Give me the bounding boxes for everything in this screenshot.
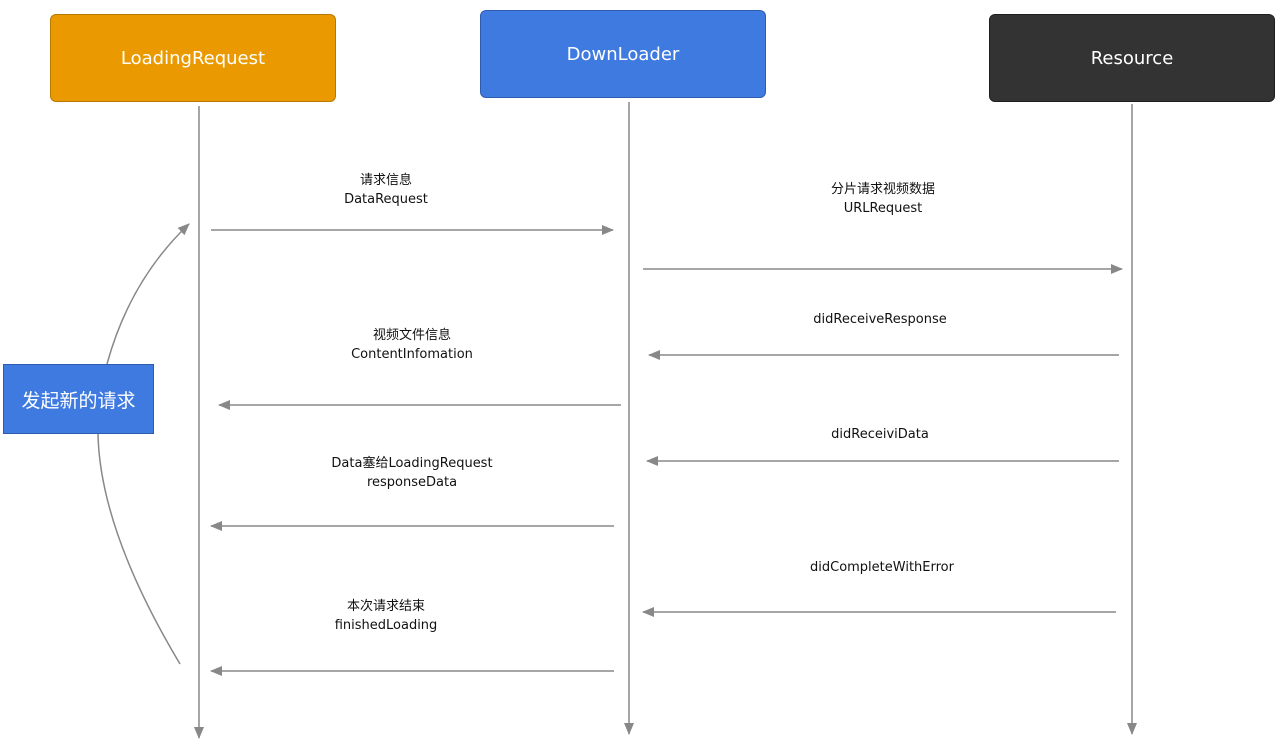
actor-downloader: DownLoader bbox=[480, 10, 766, 98]
message-label-did-receive-data: didReceiviData bbox=[780, 425, 980, 444]
sequence-diagram: LoadingRequest DownLoader Resource 请求信息 … bbox=[0, 0, 1281, 750]
actor-resource-label: Resource bbox=[1090, 47, 1174, 69]
actor-loading-request-label: LoadingRequest bbox=[120, 47, 266, 69]
actor-loading-request: LoadingRequest bbox=[50, 14, 336, 102]
message-label-line: finishedLoading bbox=[334, 618, 438, 633]
new-request-note: 发起新的请求 bbox=[3, 364, 154, 434]
message-label-did-receive-response: didReceiveResponse bbox=[780, 310, 980, 329]
message-label-response-data: Data塞给LoadingRequest responseData bbox=[292, 454, 532, 492]
loop-curve-upper bbox=[106, 223, 190, 365]
message-label-line: 本次请求结束 bbox=[346, 599, 425, 614]
message-label-finished-loading: 本次请求结束 finishedLoading bbox=[286, 597, 486, 635]
message-label-line: 分片请求视频数据 bbox=[830, 182, 935, 197]
message-label-line: didCompleteWithError bbox=[810, 560, 954, 575]
message-label-url-request: 分片请求视频数据 URLRequest bbox=[783, 180, 983, 218]
message-label-line: URLRequest bbox=[843, 201, 923, 216]
message-label-did-complete-with-error: didCompleteWithError bbox=[782, 558, 982, 577]
message-label-content-information: 视频文件信息 ContentInfomation bbox=[312, 326, 512, 364]
message-label-data-request: 请求信息 DataRequest bbox=[286, 171, 486, 209]
message-label-line: didReceiveResponse bbox=[813, 312, 947, 327]
message-label-line: 视频文件信息 bbox=[372, 328, 451, 343]
new-request-note-label: 发起新的请求 bbox=[21, 389, 136, 412]
actor-downloader-label: DownLoader bbox=[566, 43, 680, 65]
message-label-line: responseData bbox=[366, 475, 458, 490]
loop-curve-lower bbox=[97, 433, 181, 665]
message-label-line: Data塞给LoadingRequest bbox=[331, 456, 493, 471]
diagram-lines bbox=[97, 102, 1137, 739]
message-label-line: DataRequest bbox=[344, 192, 428, 207]
message-label-line: ContentInfomation bbox=[351, 347, 473, 362]
actor-resource: Resource bbox=[989, 14, 1275, 102]
message-label-line: 请求信息 bbox=[359, 173, 412, 188]
message-label-line: didReceiviData bbox=[831, 427, 929, 442]
